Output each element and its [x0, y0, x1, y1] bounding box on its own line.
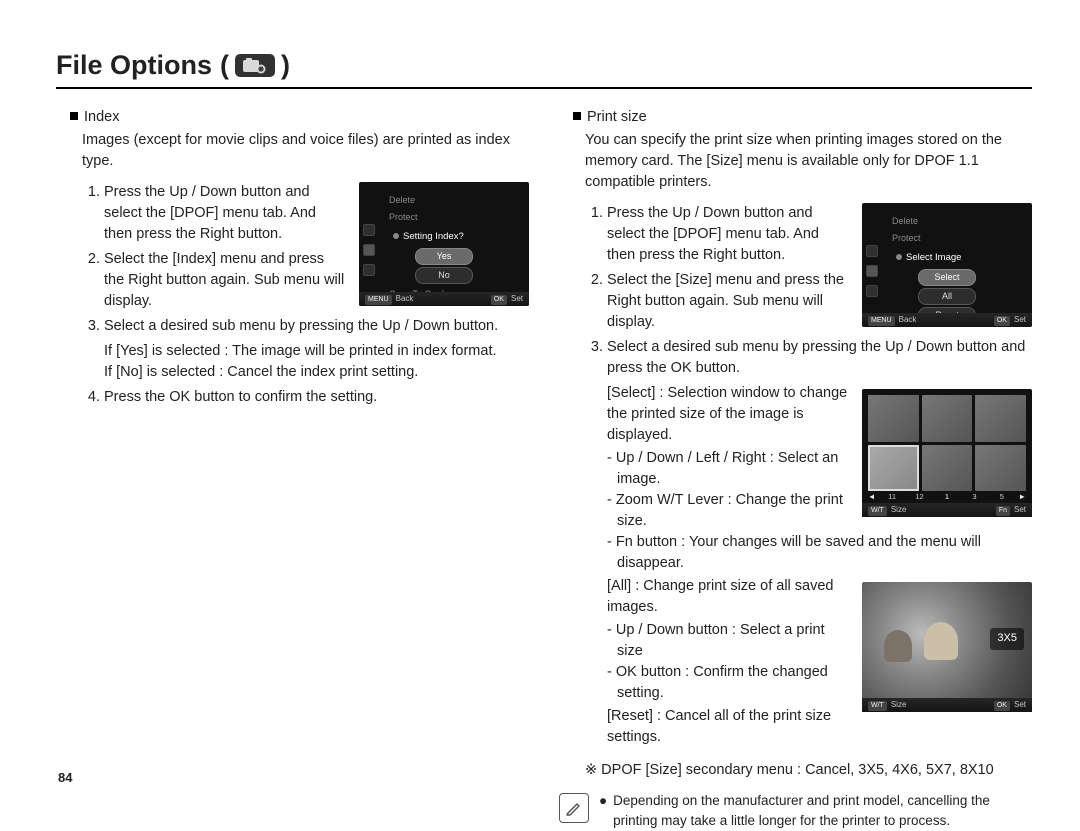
shot-foot: MENUBack OKSet — [359, 292, 529, 306]
note-text: ● Depending on the manufacturer and prin… — [599, 791, 1032, 830]
note-row: ● Depending on the manufacturer and prin… — [559, 791, 1032, 830]
right-subhead: Print size — [573, 107, 1032, 128]
shot-opt: All — [918, 288, 976, 305]
left-heading: Index — [84, 109, 119, 125]
right-column: Print size You can specify the print siz… — [559, 107, 1032, 831]
step: Press the OK button to confirm the setti… — [104, 387, 529, 408]
shot-line: Protect — [389, 211, 523, 224]
left-intro: Images (except for movie clips and voice… — [82, 130, 529, 172]
scene-screenshot: 3X5 W/TSize OKSet — [862, 582, 1032, 712]
size-menu-screenshot: Delete Protect Select Image Select All R… — [862, 203, 1032, 327]
step: Select a desired sub menu by pressing th… — [104, 316, 529, 383]
right-heading: Print size — [587, 109, 647, 125]
paren-open: ( — [220, 50, 229, 81]
paren-close: ) — [281, 50, 290, 81]
index-screenshot: Delete Protect Setting Index? Yes No Cop… — [359, 182, 529, 306]
secondary-menu: ※ DPOF [Size] secondary menu : Cancel, 3… — [585, 760, 1032, 781]
opt-reset: [Reset] : Cancel all of the print size s… — [607, 706, 1032, 748]
right-intro: You can specify the print size when prin… — [585, 130, 1032, 193]
shot-foot: MENUBack OKSet — [862, 313, 1032, 327]
page-title: File Options — [56, 50, 212, 81]
dash: - Fn button : Your changes will be saved… — [607, 532, 1032, 574]
shot-opt: Select — [918, 269, 976, 286]
shot-option-no: No — [415, 267, 473, 284]
thumbnails-screenshot: ◄ 11 12 1 3 5 ► W/TSize FnSet — [862, 389, 1032, 517]
shot-line: Delete — [892, 215, 1026, 228]
shot-option-yes: Yes — [415, 248, 473, 265]
shot-dialog-title: Select Image — [896, 251, 1026, 265]
shot-foot: W/TSize FnSet — [862, 503, 1032, 517]
shot-line: Delete — [389, 194, 523, 207]
opt-yes: If [Yes] is selected : The image will be… — [104, 341, 527, 362]
left-subhead: Index — [70, 107, 529, 128]
shot-line: Protect — [892, 232, 1026, 245]
note-icon — [559, 793, 589, 823]
shot-dialog-title: Setting Index? — [393, 230, 523, 244]
page-number: 84 — [58, 770, 72, 785]
title-row: File Options ( ) — [56, 50, 1032, 89]
file-options-icon — [235, 54, 275, 77]
opt-no: If [No] is selected : Cancel the index p… — [104, 362, 527, 383]
size-badge: 3X5 — [990, 628, 1024, 650]
step: Select a desired sub menu by pressing th… — [607, 337, 1032, 379]
left-column: Index Images (except for movie clips and… — [56, 107, 529, 831]
shot-foot: W/TSize OKSet — [862, 698, 1032, 712]
